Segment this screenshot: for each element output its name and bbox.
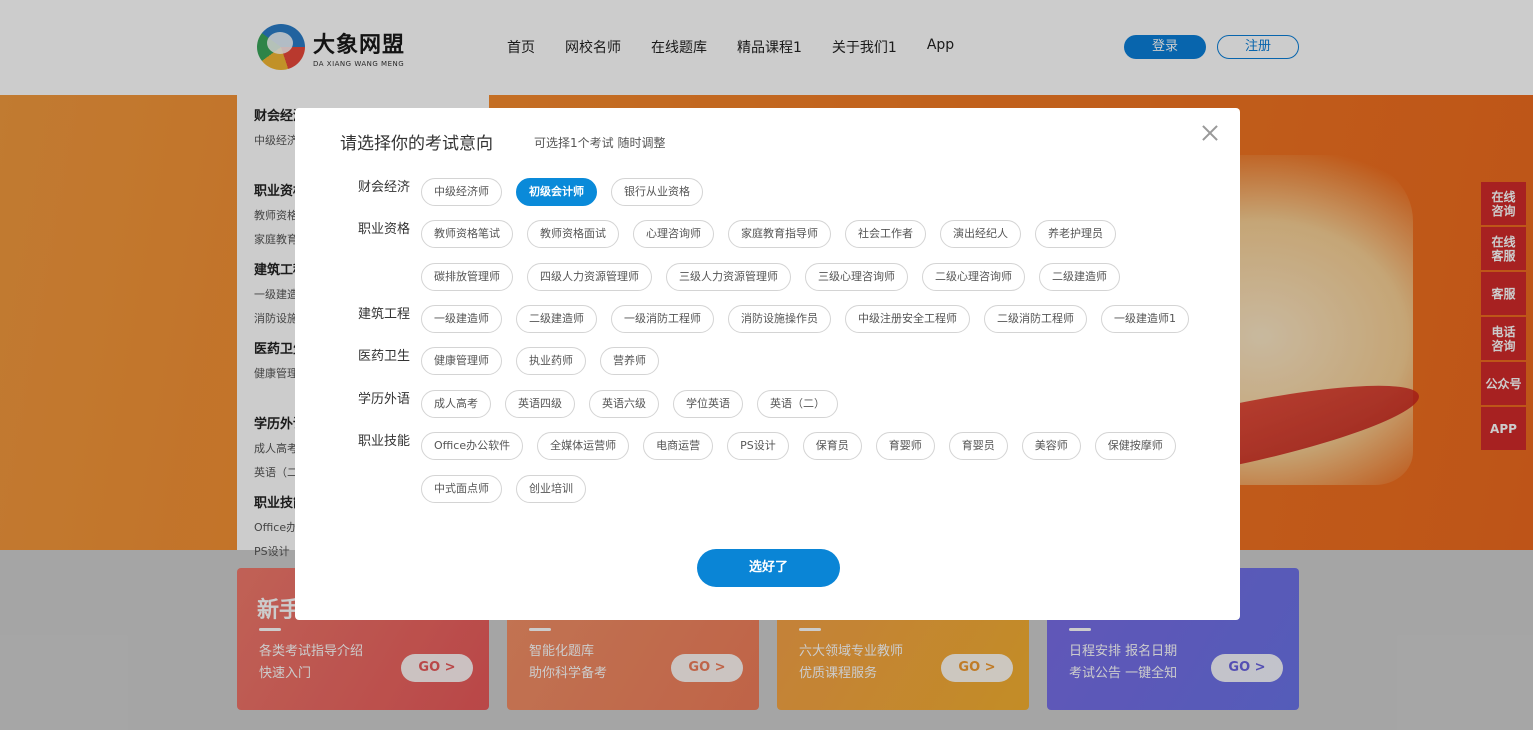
exam-category-row: 财会经济 中级经济师 初级会计师 银行从业资格 [358, 178, 1221, 221]
exam-category-row: 职业资格 教师资格笔试 教师资格面试 心理咨询师 家庭教育指导师 社会工作者 演出经纪人 养老… [358, 220, 1221, 305]
category-tags: 健康管理师 执业药师 营养师 [421, 347, 1221, 390]
category-label: 建筑工程 [358, 307, 411, 322]
exam-intent-modal: 请选择你的考试意向 可选择1个考试 随时调整 财会经济 中级经济师 初级会计师 银行从… [295, 108, 1240, 620]
exam-option-tag[interactable]: 中级经济师 [421, 178, 502, 206]
exam-option-tag[interactable]: 保健按摩师 [1094, 432, 1176, 460]
exam-option-tag[interactable]: 消防设施操作员 [728, 305, 831, 333]
exam-option-tag[interactable]: 中级注册安全工程师 [845, 305, 970, 333]
exam-option-tag[interactable]: 社会工作者 [845, 220, 926, 248]
exam-option-tag[interactable]: 英语六级 [589, 390, 659, 418]
exam-option-tag[interactable]: Office办公软件 [421, 432, 524, 460]
exam-option-tag[interactable]: PS设计 [727, 432, 789, 460]
exam-option-tag[interactable]: 英语四级 [505, 390, 575, 418]
exam-option-tag[interactable]: 二级心理咨询师 [922, 262, 1025, 291]
exam-category-row: 医药卫生 健康管理师 执业药师 营养师 [358, 347, 1221, 390]
exam-option-tag[interactable]: 育婴师 [875, 432, 935, 460]
exam-option-tag[interactable]: 银行从业资格 [611, 178, 703, 206]
exam-option-tag[interactable]: 学位英语 [673, 390, 743, 418]
modal-subtitle: 可选择1个考试 随时调整 [534, 136, 666, 150]
category-label: 医药卫生 [358, 349, 411, 364]
exam-option-tag[interactable]: 教师资格笔试 [421, 220, 513, 248]
exam-option-tag[interactable]: 养老护理员 [1035, 220, 1116, 248]
exam-option-tag[interactable]: 英语（二） [757, 390, 838, 418]
exam-category-row: 学历外语 成人高考 英语四级 英语六级 学位英语 英语（二） [358, 390, 1221, 433]
exam-option-tag[interactable]: 美容师 [1021, 432, 1081, 460]
category-label: 学历外语 [358, 392, 411, 407]
exam-option-tag[interactable]: 全媒体运营师 [537, 432, 630, 460]
category-label: 财会经济 [358, 180, 411, 195]
confirm-button[interactable]: 选好了 [697, 549, 840, 587]
exam-option-tag[interactable]: 一级建造师1 [1101, 305, 1189, 333]
exam-option-tag[interactable]: 心理咨询师 [633, 220, 714, 248]
exam-option-tag[interactable]: 演出经纪人 [940, 220, 1021, 248]
category-label: 职业技能 [358, 434, 411, 449]
exam-option-tag[interactable]: 二级消防工程师 [984, 305, 1087, 333]
exam-option-tag[interactable]: 健康管理师 [421, 347, 502, 375]
category-tags: 一级建造师 二级建造师 一级消防工程师 消防设施操作员 中级注册安全工程师 二级消防工程师… [421, 305, 1221, 348]
category-tags: Office办公软件 全媒体运营师 电商运营 PS设计 保育员 育婴师 育婴员 美容师 保健按摩… [421, 432, 1221, 517]
exam-option-tag[interactable]: 电商运营 [643, 432, 714, 460]
exam-option-tag[interactable]: 碳排放管理师 [421, 262, 513, 291]
close-icon[interactable] [1199, 122, 1221, 144]
category-tags: 教师资格笔试 教师资格面试 心理咨询师 家庭教育指导师 社会工作者 演出经纪人 养老护理员碳… [421, 220, 1221, 305]
exam-option-tag[interactable]: 三级人力资源管理师 [666, 262, 791, 291]
exam-option-tag[interactable]: 初级会计师 [516, 178, 597, 206]
exam-option-tag[interactable]: 教师资格面试 [527, 220, 619, 248]
exam-option-tag[interactable]: 一级消防工程师 [611, 305, 714, 333]
exam-category-row: 职业技能 Office办公软件 全媒体运营师 电商运营 PS设计 保育员 育婴师 育婴员 美容师… [358, 432, 1221, 517]
modal-title: 请选择你的考试意向 [340, 134, 493, 154]
exam-option-tag[interactable]: 育婴员 [948, 432, 1008, 460]
exam-option-tag[interactable]: 一级建造师 [421, 305, 502, 333]
exam-option-tag[interactable]: 创业培训 [516, 474, 586, 503]
exam-option-tag[interactable]: 营养师 [600, 347, 659, 375]
exam-option-tag[interactable]: 三级心理咨询师 [805, 262, 908, 291]
exam-option-tag[interactable]: 中式面点师 [421, 474, 502, 503]
exam-option-tag[interactable]: 二级建造师 [516, 305, 597, 333]
exam-option-tag[interactable]: 成人高考 [421, 390, 491, 418]
category-label: 职业资格 [358, 222, 411, 237]
exam-category-row: 建筑工程 一级建造师 二级建造师 一级消防工程师 消防设施操作员 中级注册安全工程师 二级消… [358, 305, 1221, 348]
exam-option-tag[interactable]: 二级建造师 [1039, 262, 1120, 291]
exam-option-tag[interactable]: 家庭教育指导师 [728, 220, 831, 248]
exam-option-tag[interactable]: 四级人力资源管理师 [527, 262, 652, 291]
category-tags: 成人高考 英语四级 英语六级 学位英语 英语（二） [421, 390, 1221, 433]
exam-option-tag[interactable]: 保育员 [802, 432, 862, 460]
exam-option-tag[interactable]: 执业药师 [516, 347, 586, 375]
category-tags: 中级经济师 初级会计师 银行从业资格 [421, 178, 1221, 221]
